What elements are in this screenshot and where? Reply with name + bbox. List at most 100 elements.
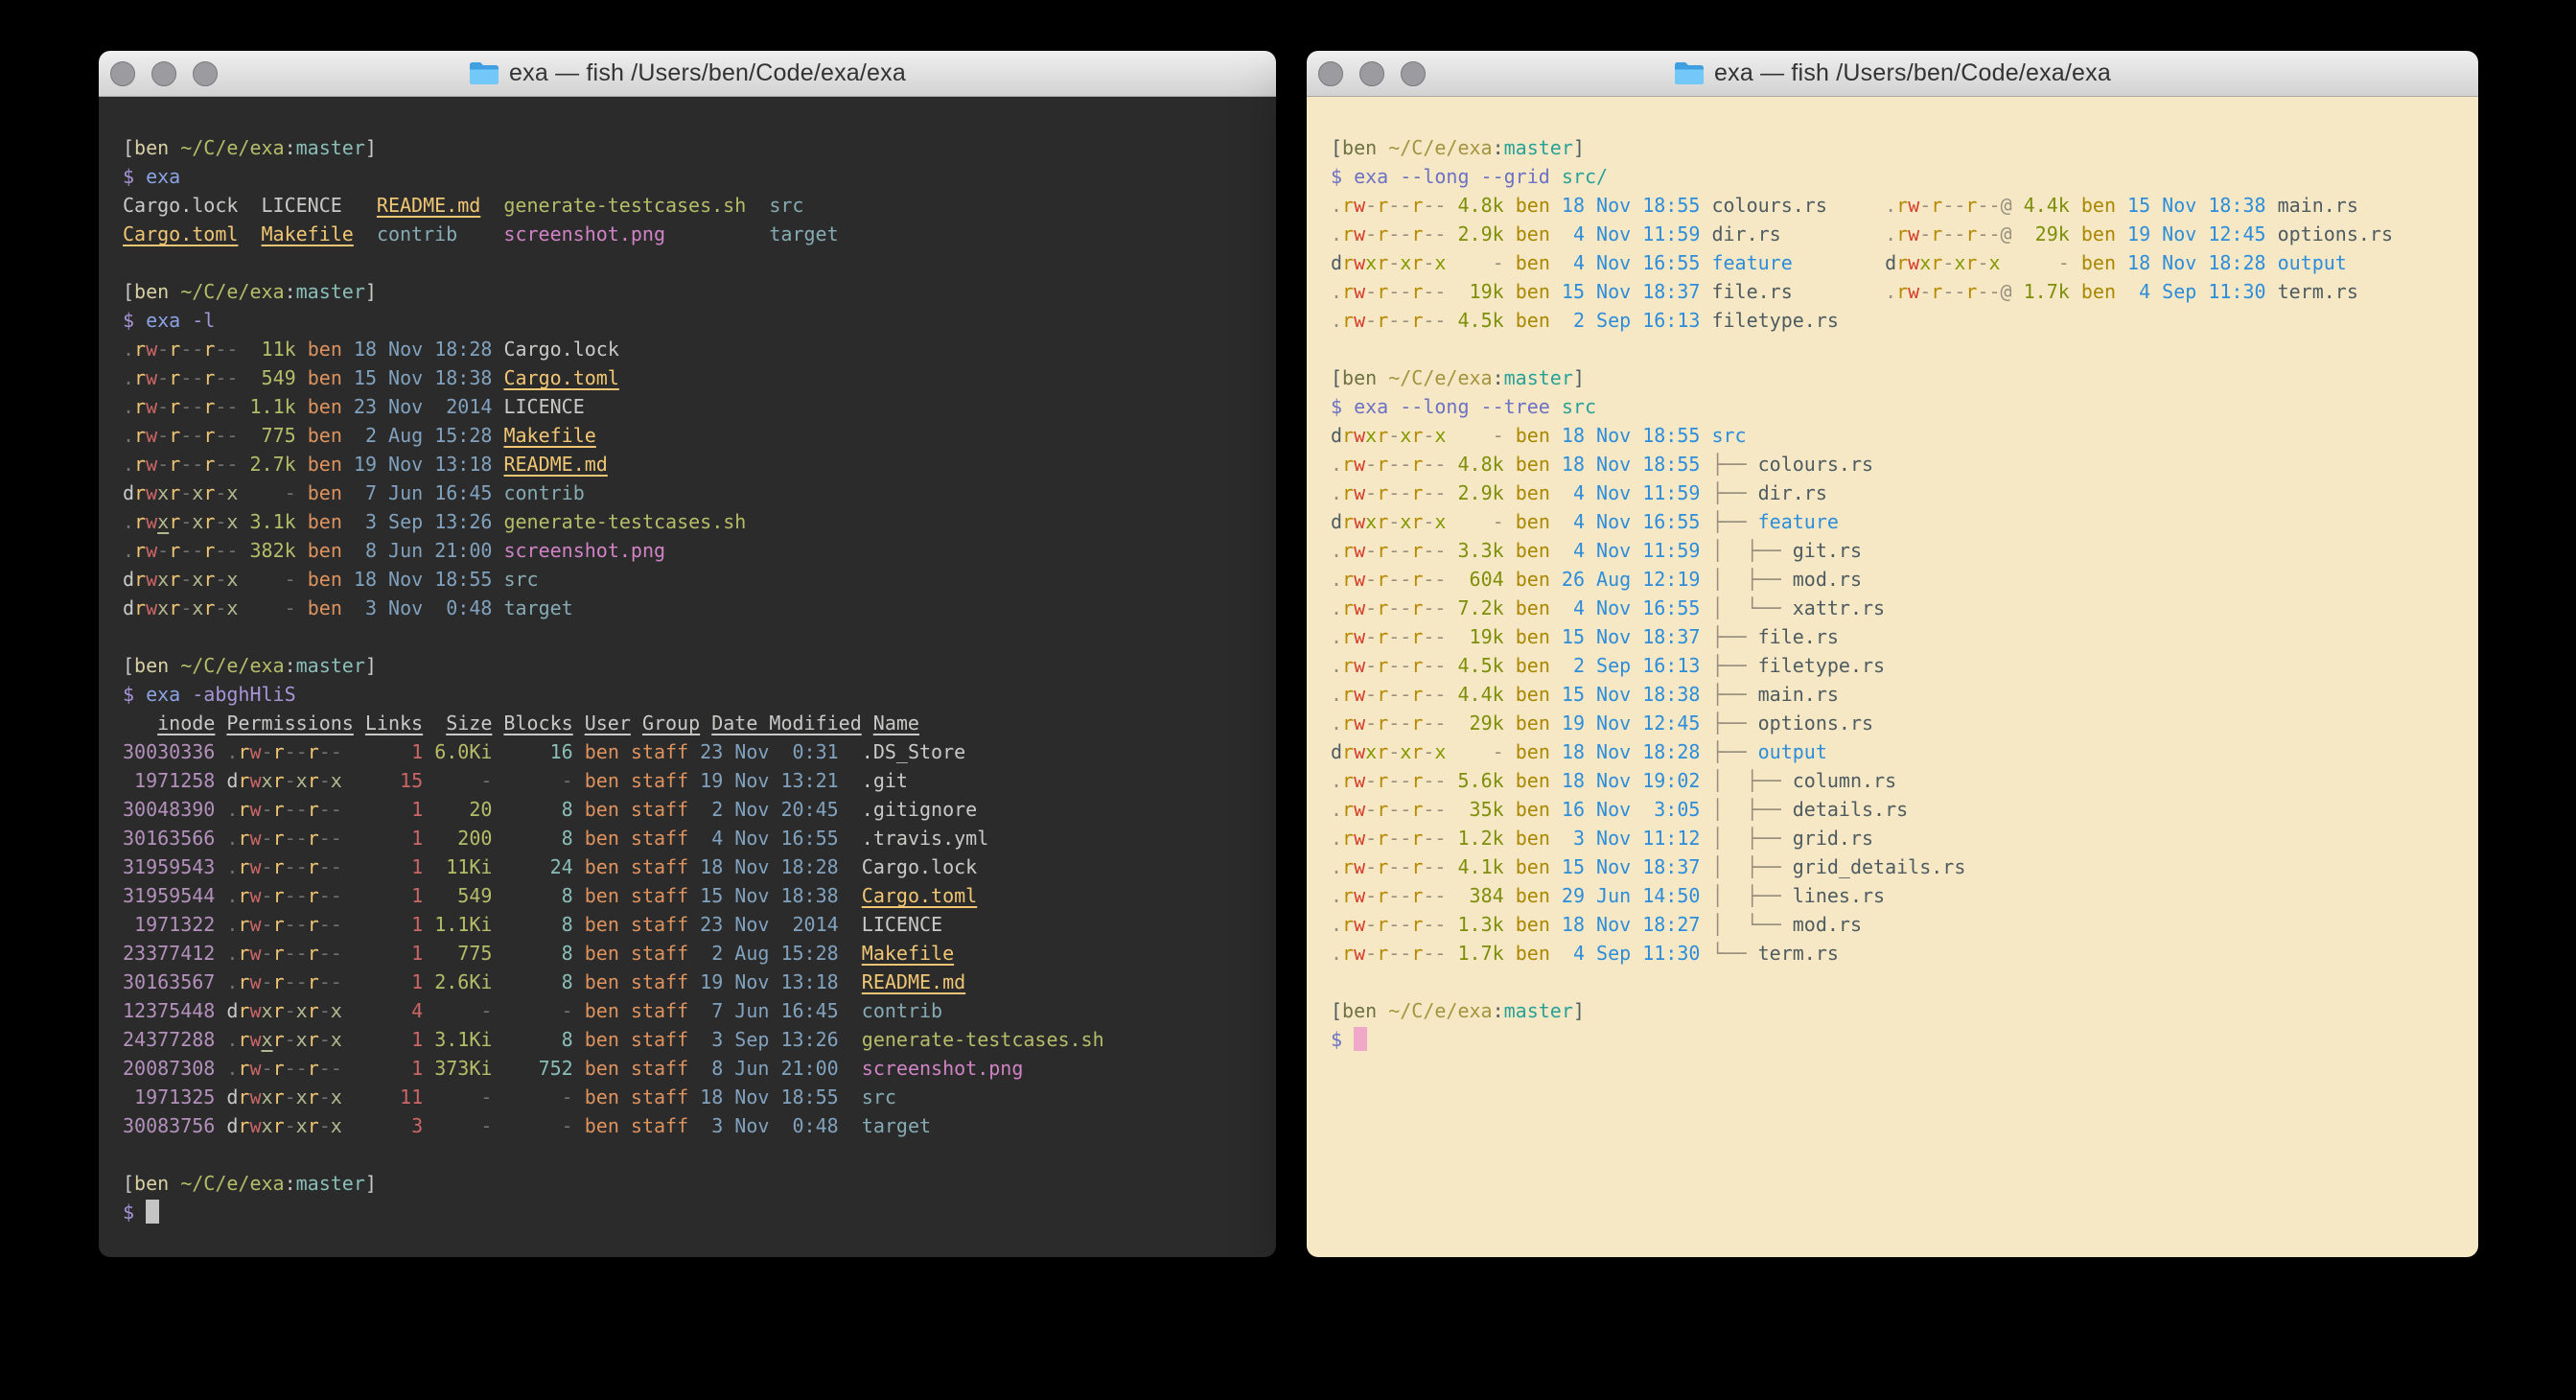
permission-bit: r [1377,568,1388,591]
titlebar[interactable]: exa — fish /Users/ben/Code/exa/exa [1307,51,2478,97]
terminal-text: ben [2081,222,2116,245]
terminal-text: src [769,194,803,217]
permission-bit: - [1434,712,1446,735]
terminal-text: 16 [492,740,572,763]
permission-bit: - [1400,855,1411,878]
close-button[interactable] [110,61,135,86]
terminal-line: .rw-r--r-- 1.3k ben 18 Nov 18:27 │ └── m… [1331,910,2463,939]
terminal-text: 6.0Ki [423,740,492,763]
permission-bit: . [1885,194,1896,217]
terminal-text [1700,222,1711,245]
permission-bit: r [1411,769,1423,792]
terminal-text: git.rs [1793,539,1862,562]
terminal-text: 23377412 [123,942,215,965]
terminal-line: drwxr-xr-x - ben 3 Nov 0:48 target [123,594,1261,622]
terminal-screen[interactable]: [ben ~/C/e/exa:master]$ exa --long --gri… [1307,97,2478,1257]
close-button[interactable] [1318,61,1343,86]
terminal-text [342,338,354,361]
titlebar[interactable]: exa — fish /Users/ben/Code/exa/exa [99,51,1276,97]
terminal-text: 30163567 [123,970,215,993]
terminal-line: $ [1331,1025,2463,1054]
terminal-text: 4.1k [1446,855,1503,878]
terminal-text: ben [308,424,342,447]
terminal-text [2116,251,2127,274]
terminal-text: 4 Nov 11:59 [1562,481,1701,504]
permission-bit: r [308,999,319,1022]
terminal-text [1781,222,1885,245]
terminal-window-dark[interactable]: exa — fish /Users/ben/Code/exa/exa [ben … [99,51,1276,1257]
minimize-button[interactable] [151,61,176,86]
terminal-line: .rw-r--r-- 4.1k ben 15 Nov 18:37 │ ├── g… [1331,852,2463,881]
permission-bit: r [1965,251,1977,274]
permission-bit: r [1411,194,1423,217]
terminal-text [1377,999,1388,1022]
terminal-text [1700,481,1711,504]
terminal-text: $ [1331,395,1354,418]
terminal-text: 3 Sep 13:26 [354,510,493,533]
terminal-text [2001,251,2012,274]
terminal-text: staff [631,884,688,907]
terminal-text [2266,251,2278,274]
permission-bit: r [1377,539,1388,562]
permission-bit: - [1423,453,1434,476]
permission-bit: r [238,970,249,993]
zoom-button[interactable] [1401,61,1426,86]
permission-bit: - [1400,568,1411,591]
terminal-text: staff [631,827,688,850]
permission-bit: d [226,769,238,792]
permission-bit: - [1423,769,1434,792]
permission-bit: r [1342,481,1354,504]
permission-bit: . [1331,625,1342,648]
permission-bit: - [157,366,169,389]
permission-bit: r [134,596,146,619]
permission-bit: - [1989,222,2001,245]
permission-bit: - [1423,683,1434,706]
terminal-text: 1 [365,970,423,993]
permission-bit: . [123,510,134,533]
terminal-text [215,798,226,821]
terminal-screen[interactable]: [ben ~/C/e/exa:master]$ exaCargo.lock LI… [99,97,1276,1257]
permission-bit: . [1331,539,1342,562]
terminal-text: Name [873,712,919,735]
window-title: exa — fish /Users/ben/Code/exa/exa [509,59,906,87]
permission-bit: - [262,970,273,993]
permission-bit: - [319,769,331,792]
terminal-text: 4.8k [1446,194,1503,217]
terminal-text: exa [1354,165,1388,188]
permission-bit: @ [2001,194,2012,217]
terminal-text: ben [1516,798,1550,821]
permission-bit: . [226,855,238,878]
terminal-text: 18 Nov 18:55 [354,568,493,591]
permission-bit: . [1331,942,1342,965]
terminal-window-light[interactable]: exa — fish /Users/ben/Code/exa/exa [ben … [1307,51,2478,1257]
permission-bit: w [1354,683,1365,706]
terminal-text: ben [573,769,631,792]
terminal-text: Cargo.toml [123,222,238,245]
terminal-text: 382k [238,539,295,562]
terminal-text: main.rs [2278,194,2358,217]
permission-bit: r [203,366,215,389]
terminal-text: ben [1516,625,1550,648]
terminal-text: - [492,1114,572,1137]
permission-bit: - [1434,798,1446,821]
zoom-button[interactable] [193,61,218,86]
terminal-text: 1 [365,827,423,850]
permission-bit: - [1365,798,1377,821]
permission-bit: w [1354,942,1365,965]
permission-bit: r [1931,280,1942,303]
terminal-text [342,884,365,907]
terminal-text [1550,827,1562,850]
minimize-button[interactable] [1359,61,1384,86]
terminal-text: 775 [423,942,492,965]
terminal-text [480,194,503,217]
terminal-text: 15 Nov 18:38 [1562,683,1701,706]
terminal-text [215,1028,226,1051]
terminal-text: 4 Sep 11:30 [2127,280,2266,303]
terminal-text: - [492,1085,572,1108]
permission-bit: - [1954,280,1965,303]
terminal-text: ~/C/e/exa [1388,999,1492,1022]
terminal-text: 384 [1446,884,1503,907]
permission-bit: - [1954,194,1965,217]
terminal-text: 18 Nov 18:28 [2127,251,2266,274]
permission-bit: - [319,970,331,993]
